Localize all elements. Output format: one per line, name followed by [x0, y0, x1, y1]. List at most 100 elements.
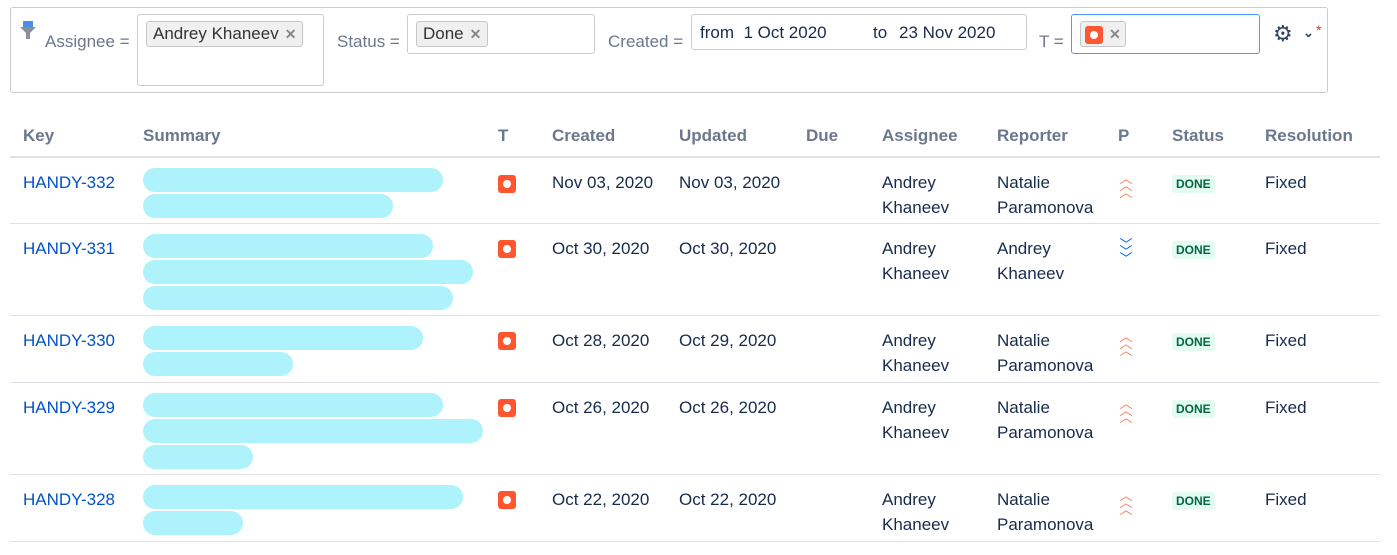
remove-status-icon[interactable]: ✕	[470, 26, 482, 42]
bug-type-icon	[1085, 25, 1103, 44]
status-badge: DONE	[1172, 332, 1215, 351]
filter-icon	[20, 21, 36, 39]
col-created[interactable]: Created	[539, 115, 666, 158]
priority-high-icon: ︿ ︿ ︿	[1119, 487, 1133, 517]
assignee-last: Khaneev	[882, 514, 950, 534]
status-badge: DONE	[1172, 175, 1215, 193]
created-date: Nov 03, 2020	[539, 157, 666, 224]
assignee-first: Andrey	[882, 238, 936, 258]
table-row[interactable]: HANDY-332 Nov 03, 2020 Nov 03, 2020 Andr…	[10, 157, 1380, 224]
reporter-first: Natalie	[997, 489, 1050, 509]
issue-key-link[interactable]: HANDY-331	[23, 239, 115, 258]
resolution: Fixed	[1252, 315, 1380, 383]
reporter-last: Paramonova	[997, 514, 1094, 534]
issue-key-link[interactable]: HANDY-329	[23, 398, 115, 417]
assignee-first: Andrey	[882, 489, 936, 509]
type-filter-input[interactable]: ✕	[1071, 14, 1260, 54]
table-row[interactable]: HANDY-328 Oct 22, 2020 Oct 22, 2020 Andr…	[10, 474, 1380, 542]
created-date: Oct 22, 2020	[539, 474, 666, 542]
reporter-last: Paramonova	[997, 355, 1094, 375]
priority-high-icon: ︿ ︿ ︿	[1119, 171, 1133, 200]
assignee: Andrey Khaneev	[869, 223, 984, 316]
priority-lowest-icon: ﹀ ﹀ ﹀	[1119, 236, 1133, 266]
table-row[interactable]: HANDY-331 Oct 30, 2020 Oct 30, 2020 Andr…	[10, 223, 1380, 316]
status-filter-input[interactable]: Done ✕	[407, 14, 595, 54]
from-label: from	[700, 23, 734, 42]
to-date: 23 Nov 2020	[899, 23, 996, 42]
gear-icon[interactable]: ⚙	[1273, 21, 1293, 47]
assignee-last: Khaneev	[882, 198, 950, 217]
status-badge: DONE	[1172, 491, 1215, 510]
assignee-last: Khaneev	[882, 355, 950, 375]
reporter: Andrey Khaneev	[984, 223, 1105, 316]
issues-table: Key Summary T Created Updated Due Assign…	[10, 115, 1380, 542]
col-reporter[interactable]: Reporter	[984, 115, 1105, 158]
remove-assignee-icon[interactable]: ✕	[285, 26, 297, 42]
summary-redacted[interactable]	[130, 474, 485, 542]
summary-redacted[interactable]	[130, 223, 485, 316]
issue-key-link[interactable]: HANDY-332	[23, 173, 115, 192]
col-priority[interactable]: P	[1105, 115, 1159, 158]
due-date	[793, 157, 869, 224]
bug-type-icon	[498, 240, 516, 259]
assignee-first: Andrey	[882, 330, 936, 350]
assignee: Andrey Khaneev	[869, 382, 984, 475]
modified-asterisk: *	[1316, 22, 1322, 38]
reporter: Natalie Paramonova	[984, 382, 1105, 475]
assignee-filter-input[interactable]: Andrey Khaneev ✕	[137, 14, 324, 86]
created-range-input[interactable]: from 1 Oct 2020 to 23 Nov 2020	[691, 14, 1027, 50]
issue-key-link[interactable]: HANDY-328	[23, 490, 115, 509]
assignee-chip: Andrey Khaneev ✕	[146, 21, 304, 47]
due-date	[793, 315, 869, 383]
status-chip: Done ✕	[416, 21, 489, 47]
created-label: Created =	[608, 32, 684, 51]
col-assignee[interactable]: Assignee	[869, 115, 984, 158]
due-date	[793, 382, 869, 475]
issue-key-link[interactable]: HANDY-330	[23, 331, 115, 350]
created-date: Oct 28, 2020	[539, 315, 666, 383]
reporter-last: Paramonova	[997, 422, 1094, 442]
reporter-first: Natalie	[997, 173, 1050, 192]
type-chip: ✕	[1080, 21, 1126, 47]
col-resolution[interactable]: Resolution	[1252, 115, 1380, 158]
updated-date: Oct 30, 2020	[666, 223, 793, 316]
assignee-last: Khaneev	[882, 422, 950, 442]
assignee-chip-label: Andrey Khaneev	[153, 24, 279, 43]
assignee-first: Andrey	[882, 173, 936, 192]
chevron-down-icon[interactable]: ⌄	[1303, 25, 1314, 41]
type-label: T =	[1039, 32, 1064, 51]
col-type[interactable]: T	[485, 115, 539, 158]
summary-redacted[interactable]	[130, 157, 485, 224]
status-chip-label: Done	[423, 24, 464, 43]
col-due[interactable]: Due	[793, 115, 869, 158]
col-updated[interactable]: Updated	[666, 115, 793, 158]
reporter-last: Paramonova	[997, 198, 1094, 217]
table-row[interactable]: HANDY-330 Oct 28, 2020 Oct 29, 2020 Andr…	[10, 315, 1380, 383]
col-summary[interactable]: Summary	[130, 115, 485, 158]
summary-redacted[interactable]	[130, 382, 485, 475]
table-row[interactable]: HANDY-329 Oct 26, 2020 Oct 26, 2020 Andr…	[10, 382, 1380, 475]
updated-date: Oct 22, 2020	[666, 474, 793, 542]
from-date: 1 Oct 2020	[743, 23, 827, 42]
resolution: Fixed	[1252, 223, 1380, 316]
status-badge: DONE	[1172, 240, 1215, 259]
reporter-first: Natalie	[997, 330, 1050, 350]
reporter: Natalie Paramonova	[984, 315, 1105, 383]
status-badge: DONE	[1172, 399, 1215, 418]
assignee-first: Andrey	[882, 397, 936, 417]
reporter: Natalie Paramonova	[984, 474, 1105, 542]
created-date: Oct 26, 2020	[539, 382, 666, 475]
resolution: Fixed	[1252, 382, 1380, 475]
remove-type-icon[interactable]: ✕	[1109, 26, 1121, 42]
due-date	[793, 223, 869, 316]
assignee: Andrey Khaneev	[869, 474, 984, 542]
updated-date: Oct 29, 2020	[666, 315, 793, 383]
to-label: to	[873, 23, 888, 42]
created-date: Oct 30, 2020	[539, 223, 666, 316]
summary-redacted[interactable]	[130, 315, 485, 383]
col-key[interactable]: Key	[10, 115, 130, 158]
resolution: Fixed	[1252, 157, 1380, 224]
col-status[interactable]: Status	[1159, 115, 1252, 158]
priority-high-icon: ︿ ︿ ︿	[1119, 328, 1133, 358]
updated-date: Oct 26, 2020	[666, 382, 793, 475]
